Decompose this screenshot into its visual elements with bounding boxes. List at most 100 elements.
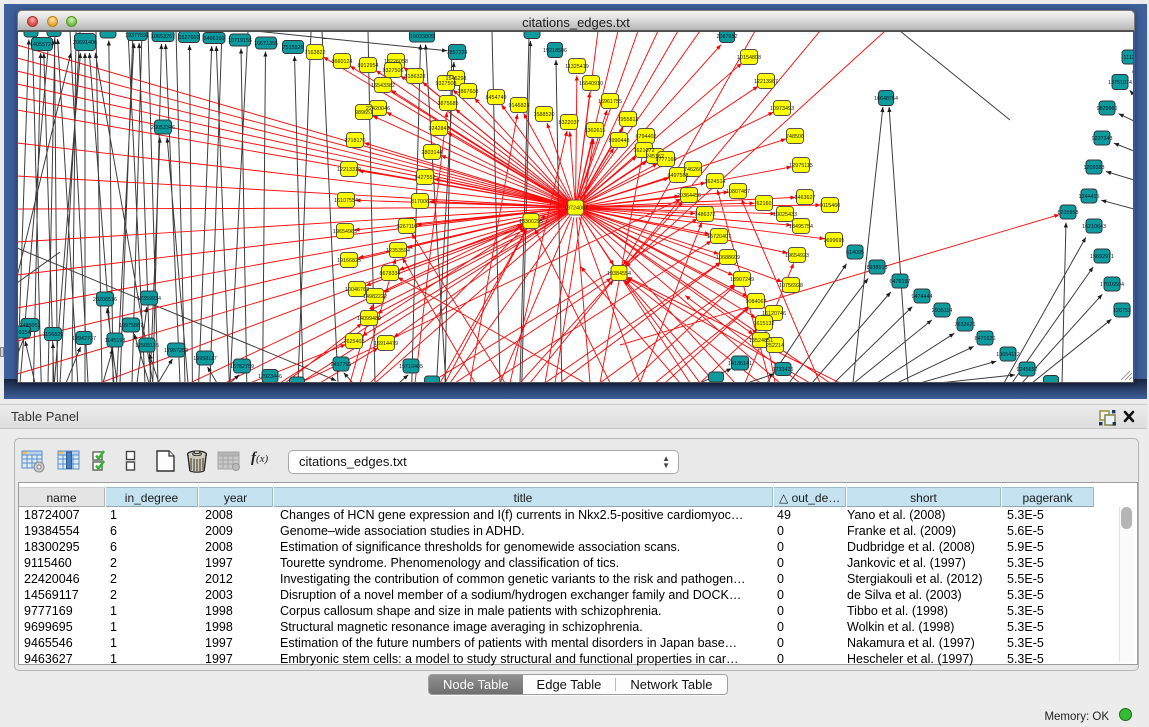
svg-text:1244415: 1244415 <box>1079 194 1100 200</box>
svg-text:1733426: 1733426 <box>773 367 794 373</box>
svg-text:17359934: 17359934 <box>137 296 161 302</box>
svg-text:12353594: 12353594 <box>386 248 410 254</box>
svg-text:12923446: 12923446 <box>258 374 282 380</box>
svg-text:748506: 748506 <box>786 134 804 140</box>
svg-text:18495754: 18495754 <box>789 224 813 230</box>
svg-text:9146821: 9146821 <box>509 103 530 109</box>
svg-text:9227343: 9227343 <box>1092 136 1113 142</box>
svg-text:1485051: 1485051 <box>20 323 41 329</box>
svg-text:9327508: 9327508 <box>436 81 457 87</box>
svg-text:817006: 817006 <box>411 199 429 205</box>
svg-text:10973493: 10973493 <box>770 106 794 112</box>
svg-text:19958117: 19958117 <box>193 356 217 362</box>
svg-text:7955812: 7955812 <box>618 117 639 123</box>
svg-text:18907249: 18907249 <box>730 277 754 283</box>
svg-text:9327505: 9327505 <box>383 68 404 74</box>
svg-text:12505135: 12505135 <box>135 343 159 349</box>
svg-text:1615132: 1615132 <box>754 321 775 327</box>
svg-text:14099489: 14099489 <box>357 316 381 322</box>
svg-text:12975115: 12975115 <box>789 163 813 169</box>
svg-text:8471626: 8471626 <box>975 336 996 342</box>
svg-text:13226058: 13226058 <box>384 59 408 65</box>
svg-text:7625402: 7625402 <box>344 339 365 345</box>
svg-text:20691406: 20691406 <box>73 40 97 46</box>
svg-text:16033809: 16033809 <box>410 34 434 40</box>
svg-text:10688609: 10688609 <box>716 255 740 261</box>
svg-text:15692971: 15692971 <box>1090 254 1114 260</box>
svg-text:11325419: 11325419 <box>565 64 589 70</box>
svg-text:1209383: 1209383 <box>1084 165 1105 171</box>
svg-text:15720407: 15720407 <box>707 234 731 240</box>
svg-text:9115460: 9115460 <box>820 203 841 209</box>
svg-text:9242843: 9242843 <box>429 126 450 132</box>
svg-text:39154: 39154 <box>17 330 31 336</box>
svg-text:3875685: 3875685 <box>438 101 459 107</box>
svg-text:7163822: 7163822 <box>305 50 326 56</box>
svg-text:20206516: 20206516 <box>93 297 117 303</box>
svg-text:8678334: 8678334 <box>380 271 401 277</box>
svg-text:9474444: 9474444 <box>912 294 933 300</box>
svg-text:19377591: 19377591 <box>125 33 149 39</box>
svg-text:12213319: 12213319 <box>337 167 361 173</box>
svg-text:126753: 126753 <box>1113 308 1131 314</box>
svg-text:10807487: 10807487 <box>726 189 750 195</box>
svg-text:19654923: 19654923 <box>785 253 809 259</box>
svg-text:8660124: 8660124 <box>332 59 353 65</box>
svg-text:2803144: 2803144 <box>422 150 443 156</box>
svg-text:10154808: 10154808 <box>737 55 761 61</box>
svg-text:2867608: 2867608 <box>458 89 479 95</box>
svg-text:10046768: 10046768 <box>345 287 369 293</box>
svg-text:3267110: 3267110 <box>397 224 418 230</box>
svg-text:7632621: 7632621 <box>955 322 976 328</box>
svg-text:9699695: 9699695 <box>824 238 845 244</box>
svg-text:9829966: 9829966 <box>1097 106 1118 112</box>
svg-text:6497568: 6497568 <box>668 173 689 179</box>
svg-text:1527602: 1527602 <box>179 35 200 41</box>
svg-text:14055724: 14055724 <box>30 42 54 48</box>
svg-text:8912954: 8912954 <box>358 63 379 69</box>
svg-text:3624514: 3624514 <box>705 179 726 185</box>
svg-text:6466160: 6466160 <box>204 36 225 42</box>
svg-text:9084067: 9084067 <box>746 299 767 305</box>
svg-text:16671355: 16671355 <box>254 41 278 47</box>
svg-text:6794402: 6794402 <box>636 134 657 140</box>
svg-text:9245652: 9245652 <box>1017 367 1038 373</box>
svg-text:746266: 746266 <box>684 167 702 173</box>
svg-text:16120746: 16120746 <box>762 311 786 317</box>
svg-text:16543382: 16543382 <box>371 83 395 89</box>
svg-text:20364456: 20364456 <box>677 193 701 199</box>
svg-text:2718170: 2718170 <box>345 138 366 144</box>
svg-text:10654112: 10654112 <box>996 352 1020 358</box>
svg-text:10756928: 10756928 <box>779 283 803 289</box>
svg-text:14136141: 14136141 <box>728 361 752 367</box>
svg-text:989651: 989651 <box>355 110 373 116</box>
svg-text:10719155: 10719155 <box>228 38 252 44</box>
svg-text:8322037: 8322037 <box>559 120 580 126</box>
svg-text:13751074: 13751074 <box>1108 80 1132 86</box>
svg-text:9427552: 9427552 <box>415 175 436 181</box>
svg-text:7857224: 7857224 <box>447 50 468 56</box>
svg-text:2935114: 2935114 <box>932 308 953 314</box>
svg-text:8454749: 8454749 <box>486 95 507 101</box>
svg-text:9457791: 9457791 <box>331 362 352 368</box>
svg-text:614095: 614095 <box>846 250 864 256</box>
svg-text:10653267: 10653267 <box>151 34 175 40</box>
svg-text:18724007: 18724007 <box>564 205 588 211</box>
svg-text:62160: 62160 <box>757 201 772 207</box>
svg-text:12213967: 12213967 <box>754 79 778 85</box>
svg-text:12942737: 12942737 <box>72 336 96 342</box>
svg-text:16640910: 16640910 <box>579 81 603 87</box>
svg-text:7515526: 7515526 <box>283 45 304 51</box>
svg-text:2087652: 2087652 <box>717 34 738 40</box>
svg-text:8463627: 8463627 <box>795 195 816 201</box>
svg-text:16648764: 16648764 <box>874 96 898 102</box>
svg-text:15716485: 15716485 <box>399 364 423 370</box>
svg-text:7486372: 7486372 <box>695 212 716 218</box>
svg-text:19384554: 19384554 <box>607 271 631 277</box>
svg-text:19975867: 19975867 <box>119 323 143 329</box>
svg-text:8990448: 8990448 <box>609 138 630 144</box>
svg-text:20053346: 20053346 <box>151 125 175 131</box>
svg-text:252214: 252214 <box>766 343 784 349</box>
svg-text:1362615: 1362615 <box>585 128 606 134</box>
svg-text:16961755: 16961755 <box>598 99 622 105</box>
